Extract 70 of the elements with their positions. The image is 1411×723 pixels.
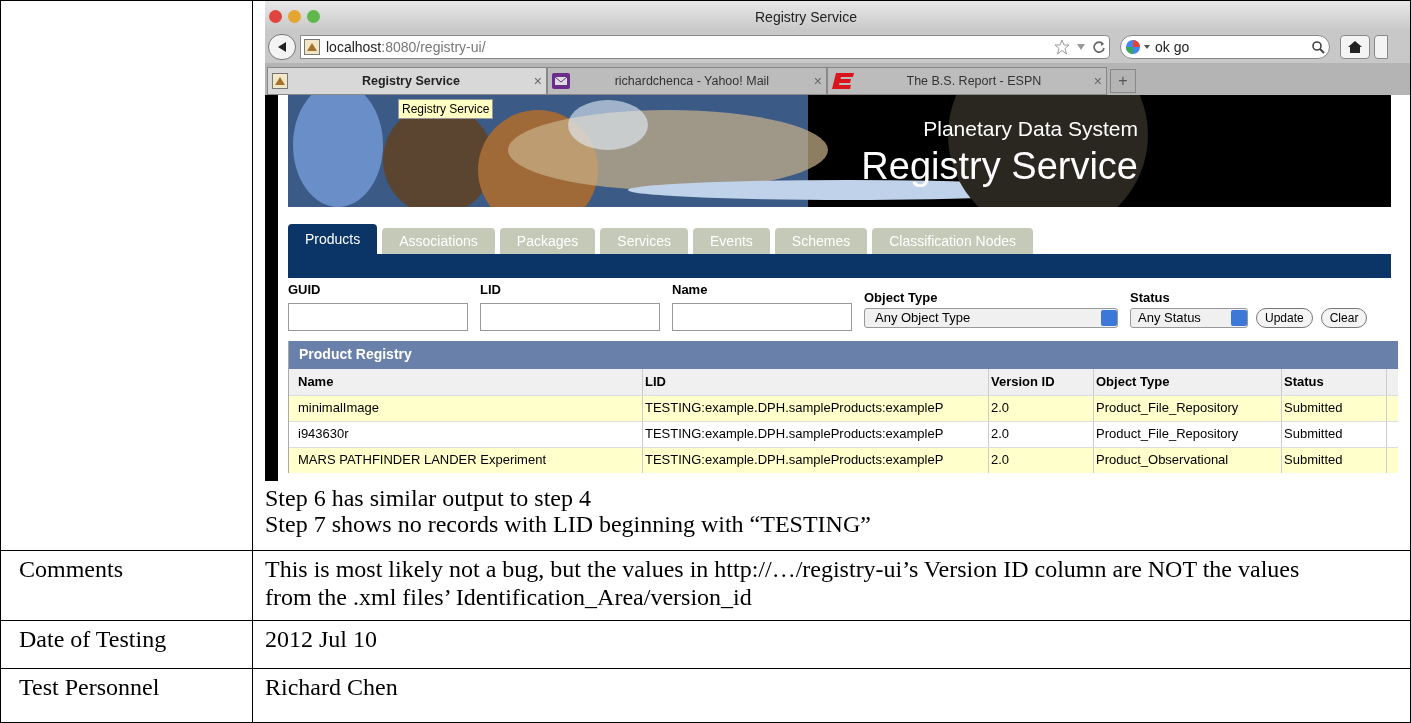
column-header[interactable]: Status — [1282, 368, 1387, 395]
home-icon — [1347, 40, 1363, 54]
row-label: Test Personnel — [19, 674, 160, 700]
table-header-bar: Product Registry — [289, 340, 1398, 369]
column-header[interactable]: Name — [296, 368, 643, 395]
table-cell: 2.0 — [989, 447, 1094, 473]
text-field[interactable] — [672, 302, 852, 331]
address-field[interactable]: localhost:8080/registry-ui/ — [300, 35, 1110, 59]
text-field[interactable] — [288, 302, 468, 331]
field-label: Name — [672, 281, 709, 299]
field-label: Status — [1130, 289, 1171, 307]
reload-icon[interactable] — [1092, 40, 1106, 54]
page-tab[interactable]: Products — [288, 224, 378, 254]
note-text: Step 6 has similar output to step 4 — [265, 485, 592, 511]
search-field[interactable]: ok go — [1120, 35, 1330, 59]
table-cell: TESTING:example.DPH.sampleProducts:exampleP — [643, 395, 989, 421]
close-icon[interactable] — [269, 9, 282, 23]
field-label: Object Type — [864, 289, 939, 307]
close-tab-button[interactable]: × — [533, 70, 542, 92]
search-engine-icon — [1125, 39, 1151, 55]
search-icon[interactable] — [1312, 40, 1325, 54]
mail-icon — [552, 73, 570, 89]
field-label: LID — [480, 281, 502, 299]
text-field[interactable] — [480, 302, 660, 331]
column-header[interactable]: Version ID — [989, 368, 1094, 395]
banner-title: Registry Service — [861, 144, 1138, 187]
browser-tab[interactable]: The B.S. Report - ESPN × — [827, 67, 1107, 95]
row-value: This is most likely not a bug, but the values in http://…/registry-ui’s Version ID column are NOT the values from the .xml files’ Identification_Area/version_id — [265, 555, 1301, 611]
column-header[interactable]: Object Type — [1094, 368, 1282, 395]
table-cell: Product_Observational — [1094, 447, 1282, 473]
site-icon — [272, 73, 288, 89]
table-cell: minimalImage — [296, 395, 643, 421]
table-cell: Submitted — [1282, 421, 1387, 447]
form-button[interactable]: Clear — [1320, 307, 1368, 328]
row-value: 2012 Jul 10 — [265, 625, 378, 653]
window-title: Registry Service — [755, 8, 857, 27]
zoom-icon[interactable] — [307, 9, 320, 23]
table-cell: 2.0 — [989, 421, 1094, 447]
table-cell: 2.0 — [989, 395, 1094, 421]
banner-subtitle: Planetary Data System — [923, 116, 1138, 142]
site-icon — [304, 39, 320, 55]
table-cell: Submitted — [1282, 395, 1387, 421]
back-button[interactable] — [268, 34, 296, 60]
table-cell: i943630r — [296, 421, 643, 447]
toolbar-button[interactable] — [1374, 35, 1388, 59]
table-cell: Submitted — [1282, 447, 1387, 473]
status-select[interactable]: Any Status — [1130, 307, 1248, 328]
table-cell: MARS PATHFINDER LANDER Experiment — [296, 447, 643, 473]
form-button[interactable]: Update — [1256, 307, 1313, 328]
browser-tab[interactable]: Registry Service × — [267, 67, 547, 95]
table-cell: TESTING:example.DPH.sampleProducts:exampleP — [643, 421, 989, 447]
row-label: Comments — [19, 556, 123, 582]
table-cell: Product_File_Repository — [1094, 421, 1282, 447]
object-type-select[interactable]: Any Object Type — [864, 307, 1118, 328]
dropdown-icon[interactable] — [1076, 43, 1086, 51]
minimize-icon[interactable] — [288, 9, 301, 23]
new-tab-button[interactable]: + — [1110, 69, 1136, 93]
table-cell: TESTING:example.DPH.sampleProducts:exampleP — [643, 447, 989, 473]
browser-tab[interactable]: richardchenca - Yahoo! Mail × — [547, 67, 827, 95]
back-arrow-icon — [276, 41, 288, 53]
home-button[interactable] — [1340, 35, 1370, 59]
star-icon[interactable] — [1054, 39, 1070, 55]
note-text: Step 7 shows no records with LID beginning with “TESTING” — [265, 511, 872, 537]
letter-e-icon — [832, 73, 854, 89]
table-cell: Product_File_Repository — [1094, 395, 1282, 421]
tooltip: Registry Service — [398, 99, 494, 119]
row-value: Richard Chen — [265, 673, 399, 701]
field-label: GUID — [288, 281, 322, 299]
column-header[interactable]: LID — [643, 368, 989, 395]
row-label: Date of Testing — [19, 626, 167, 652]
